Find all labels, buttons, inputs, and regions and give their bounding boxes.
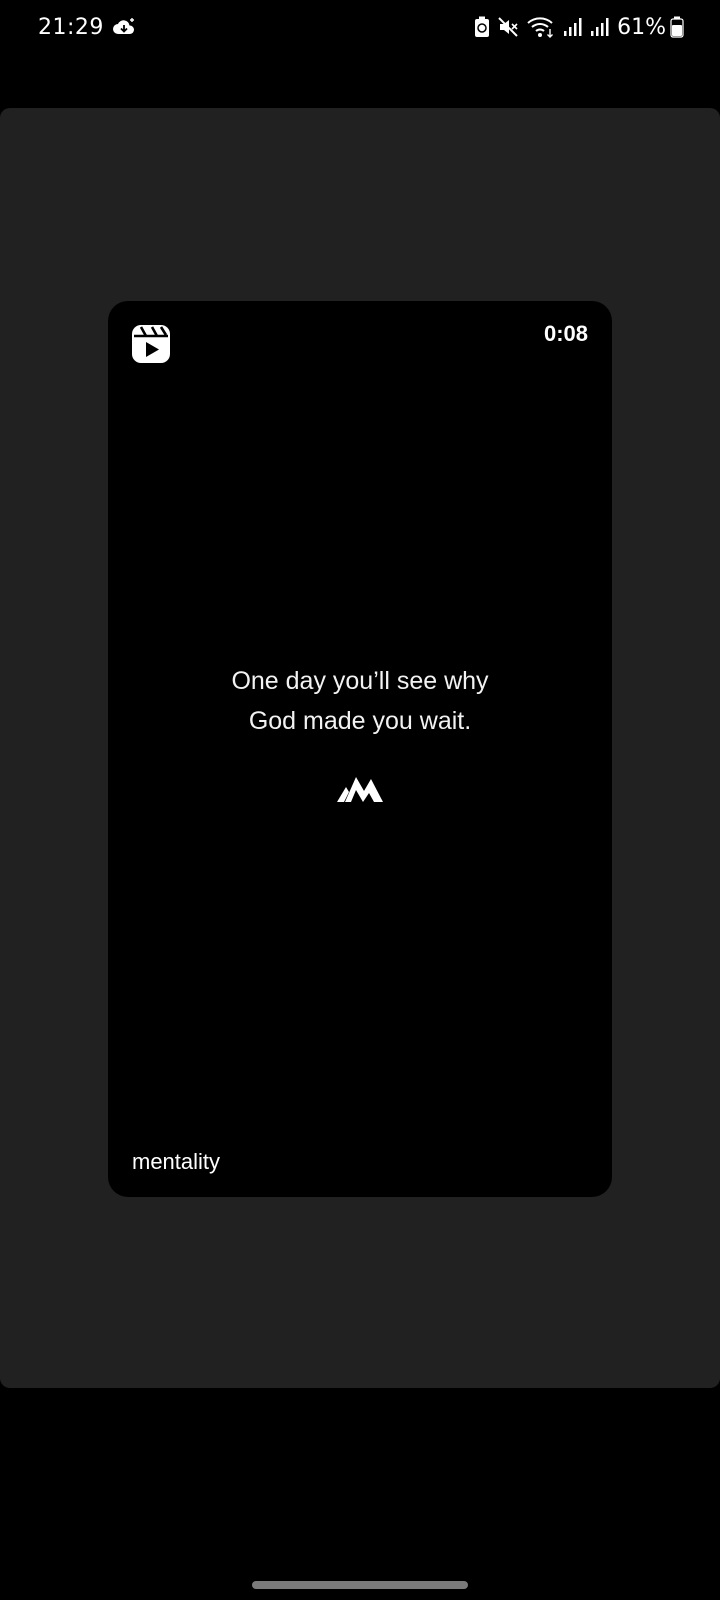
status-time: 21:29: [38, 14, 104, 40]
quote-line-1: One day you’ll see why: [231, 667, 489, 695]
battery-icon: [670, 16, 684, 38]
video-duration: 0:08: [543, 321, 588, 346]
signal-icon: [590, 17, 610, 37]
wifi-icon: [526, 16, 556, 38]
mentality-logo: [336, 771, 384, 805]
quote-text: One day you’ll see why God made you wait…: [108, 661, 612, 741]
battery-percent: 61%: [617, 14, 666, 40]
mute-icon: [497, 16, 519, 38]
battery-saver-icon: [474, 16, 490, 38]
signal-icon: [563, 17, 583, 37]
status-left: 21:29: [38, 15, 136, 40]
status-bar: 21:29 61%: [0, 0, 720, 54]
quote-line-2: God made you wait.: [248, 707, 472, 735]
home-gesture-bar[interactable]: [252, 1581, 468, 1589]
reel-username: mentality: [132, 1149, 221, 1174]
reel-preview-card[interactable]: 0:08 One day you’ll see why God made you…: [108, 301, 612, 1197]
status-right: 61%: [474, 15, 684, 40]
cloud-download-icon: [112, 17, 136, 37]
reels-icon: [132, 325, 170, 363]
